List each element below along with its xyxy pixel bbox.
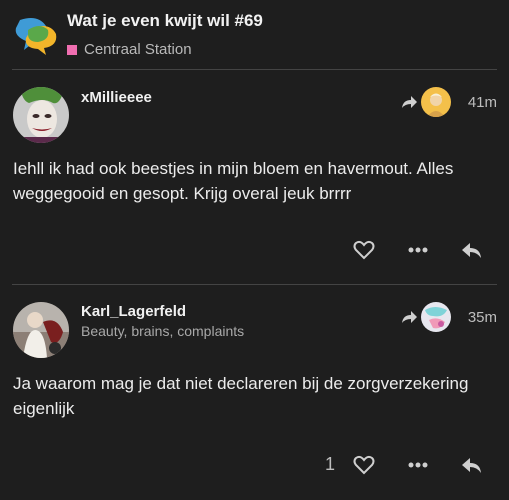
reply-button[interactable] xyxy=(458,235,484,265)
category-label: Centraal Station xyxy=(84,41,192,58)
like-button[interactable] xyxy=(351,450,377,480)
post-body: Ja waarom mag je dat niet declareren bij… xyxy=(13,374,469,418)
reply-to-arrow-icon xyxy=(402,311,417,323)
more-dots-icon xyxy=(408,462,428,468)
like-count[interactable]: 1 xyxy=(325,454,335,475)
post-actions xyxy=(0,235,509,265)
post: xMillieeee 41m Iehll ik had ook beestjes… xyxy=(0,70,509,284)
avatar[interactable] xyxy=(13,302,69,358)
reply-to-indicator[interactable] xyxy=(400,87,451,117)
category-color-square xyxy=(67,44,77,55)
category-badge[interactable]: Centraal Station xyxy=(67,41,192,58)
topic-title[interactable]: Wat je even kwijt wil #69 xyxy=(67,11,263,31)
username[interactable]: Karl_Lagerfeld xyxy=(81,303,186,320)
post-time[interactable]: 41m xyxy=(468,94,497,111)
reply-to-avatar xyxy=(421,87,451,117)
like-button[interactable] xyxy=(351,235,377,265)
post-time[interactable]: 35m xyxy=(468,309,497,326)
reply-to-arrow-icon xyxy=(402,96,417,108)
post-actions: 1 xyxy=(0,450,509,480)
more-button[interactable] xyxy=(405,235,431,265)
topic-page: Wat je even kwijt wil #69 Centraal Stati… xyxy=(0,0,509,500)
heart-icon xyxy=(353,240,375,260)
avatar[interactable] xyxy=(13,87,69,143)
reply-icon xyxy=(462,243,481,258)
forum-logo-icon[interactable] xyxy=(10,16,60,56)
post-body: Iehll ik had ook beestjes in mijn bloem … xyxy=(13,159,454,203)
more-button[interactable] xyxy=(405,450,431,480)
more-dots-icon xyxy=(408,247,428,253)
post: Karl_Lagerfeld Beauty, brains, complaint… xyxy=(0,285,509,500)
reply-to-avatar xyxy=(421,302,451,332)
reply-icon xyxy=(462,458,481,473)
reply-to-indicator[interactable] xyxy=(400,302,451,332)
heart-icon xyxy=(353,455,375,475)
user-title: Beauty, brains, complaints xyxy=(81,323,245,339)
reply-button[interactable] xyxy=(458,450,484,480)
username[interactable]: xMillieeee xyxy=(81,89,152,106)
topic-header: Wat je even kwijt wil #69 Centraal Stati… xyxy=(0,0,509,70)
